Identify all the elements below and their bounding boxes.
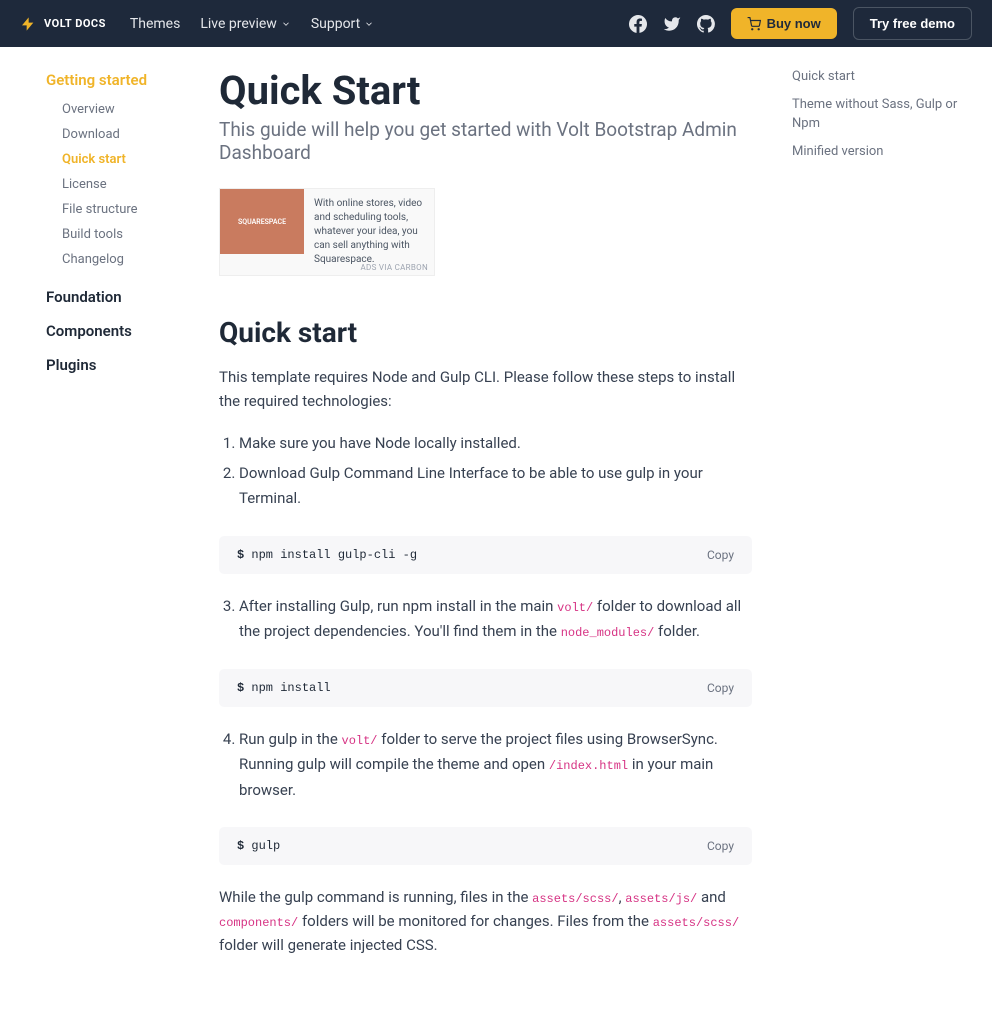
steps-list-4: Run gulp in the volt/ folder to serve th… <box>219 727 752 804</box>
step-1: Make sure you have Node locally installe… <box>239 431 752 457</box>
nav-support[interactable]: Support <box>311 16 374 32</box>
inline-code: node_modules/ <box>561 626 655 640</box>
section-title-quick-start: Quick start <box>219 316 752 349</box>
ad-brand: SQUARESPACE <box>238 218 286 226</box>
sidebar-title-components[interactable]: Components <box>46 314 203 348</box>
github-icon[interactable] <box>697 15 715 33</box>
steps-list-3: After installing Gulp, run npm install i… <box>219 594 752 645</box>
chevron-down-icon <box>281 19 291 29</box>
chevron-down-icon <box>364 19 374 29</box>
sidebar-item-file-structure[interactable]: File structure <box>62 197 203 222</box>
toc: Quick start Theme without Sass, Gulp or … <box>792 47 992 1015</box>
sidebar-title-foundation[interactable]: Foundation <box>46 280 203 314</box>
code-block-2: $ npm install Copy <box>219 669 752 707</box>
ad-image: SQUARESPACE <box>220 189 304 254</box>
sidebar-items: Overview Download Quick start License Fi… <box>46 97 203 272</box>
inline-code: volt/ <box>557 601 593 615</box>
toc-minified[interactable]: Minified version <box>792 138 972 166</box>
main: Quick Start This guide will help you get… <box>219 47 792 1015</box>
sidebar-title-plugins[interactable]: Plugins <box>46 348 203 382</box>
navbar: VOLT DOCS Themes Live preview Support Bu… <box>0 0 992 47</box>
twitter-icon[interactable] <box>663 15 681 33</box>
facebook-icon[interactable] <box>629 15 647 33</box>
inline-code: volt/ <box>342 734 378 748</box>
sidebar-item-build-tools[interactable]: Build tools <box>62 222 203 247</box>
footer-text: While the gulp command is running, files… <box>219 885 752 957</box>
logo[interactable]: VOLT DOCS <box>20 12 106 36</box>
nav-themes[interactable]: Themes <box>130 16 180 32</box>
sidebar-section-getting-started: Getting started Overview Download Quick … <box>46 63 203 272</box>
code-block-1: $ npm install gulp-cli -g Copy <box>219 536 752 574</box>
nav-left: VOLT DOCS Themes Live preview Support <box>20 12 374 36</box>
sidebar: Getting started Overview Download Quick … <box>0 47 219 1015</box>
inline-code: assets/scss/ <box>532 892 618 906</box>
sidebar-item-quick-start[interactable]: Quick start <box>62 147 203 172</box>
sidebar-item-download[interactable]: Download <box>62 122 203 147</box>
copy-button[interactable]: Copy <box>707 681 734 695</box>
nav-live-preview[interactable]: Live preview <box>200 16 290 32</box>
inline-code: assets/scss/ <box>653 916 739 930</box>
toc-quick-start[interactable]: Quick start <box>792 63 972 91</box>
buy-now-button[interactable]: Buy now <box>731 8 837 39</box>
nav-right: Buy now Try free demo <box>629 7 972 40</box>
code-text: $ gulp <box>237 839 280 853</box>
page-subtitle: This guide will help you get started wit… <box>219 118 752 164</box>
step-2: Download Gulp Command Line Interface to … <box>239 461 752 512</box>
social-icons <box>629 15 715 33</box>
sidebar-item-license[interactable]: License <box>62 172 203 197</box>
sidebar-item-overview[interactable]: Overview <box>62 97 203 122</box>
code-text: $ npm install <box>237 681 331 695</box>
step-4: Run gulp in the volt/ folder to serve th… <box>239 727 752 804</box>
inline-code: components/ <box>219 916 298 930</box>
bolt-icon <box>20 12 36 36</box>
copy-button[interactable]: Copy <box>707 548 734 562</box>
inline-code: assets/js/ <box>625 892 697 906</box>
steps-list: Make sure you have Node locally installe… <box>219 431 752 512</box>
step-3: After installing Gulp, run npm install i… <box>239 594 752 645</box>
copy-button[interactable]: Copy <box>707 839 734 853</box>
cart-icon <box>747 17 761 31</box>
logo-text: VOLT DOCS <box>44 17 106 30</box>
try-demo-button[interactable]: Try free demo <box>853 7 972 40</box>
page-title: Quick Start <box>219 67 752 114</box>
ad-box[interactable]: SQUARESPACE With online stores, video an… <box>219 188 435 276</box>
toc-theme-without[interactable]: Theme without Sass, Gulp or Npm <box>792 91 972 138</box>
intro-text: This template requires Node and Gulp CLI… <box>219 365 752 413</box>
sidebar-title-getting-started[interactable]: Getting started <box>46 63 203 97</box>
inline-code: /index.html <box>549 759 628 773</box>
code-text: $ npm install gulp-cli -g <box>237 548 417 562</box>
code-block-3: $ gulp Copy <box>219 827 752 865</box>
ad-credit: ADS VIA CARBON <box>361 263 429 272</box>
container: Getting started Overview Download Quick … <box>0 47 992 1015</box>
nav-links: Themes Live preview Support <box>130 16 374 32</box>
sidebar-item-changelog[interactable]: Changelog <box>62 247 203 272</box>
